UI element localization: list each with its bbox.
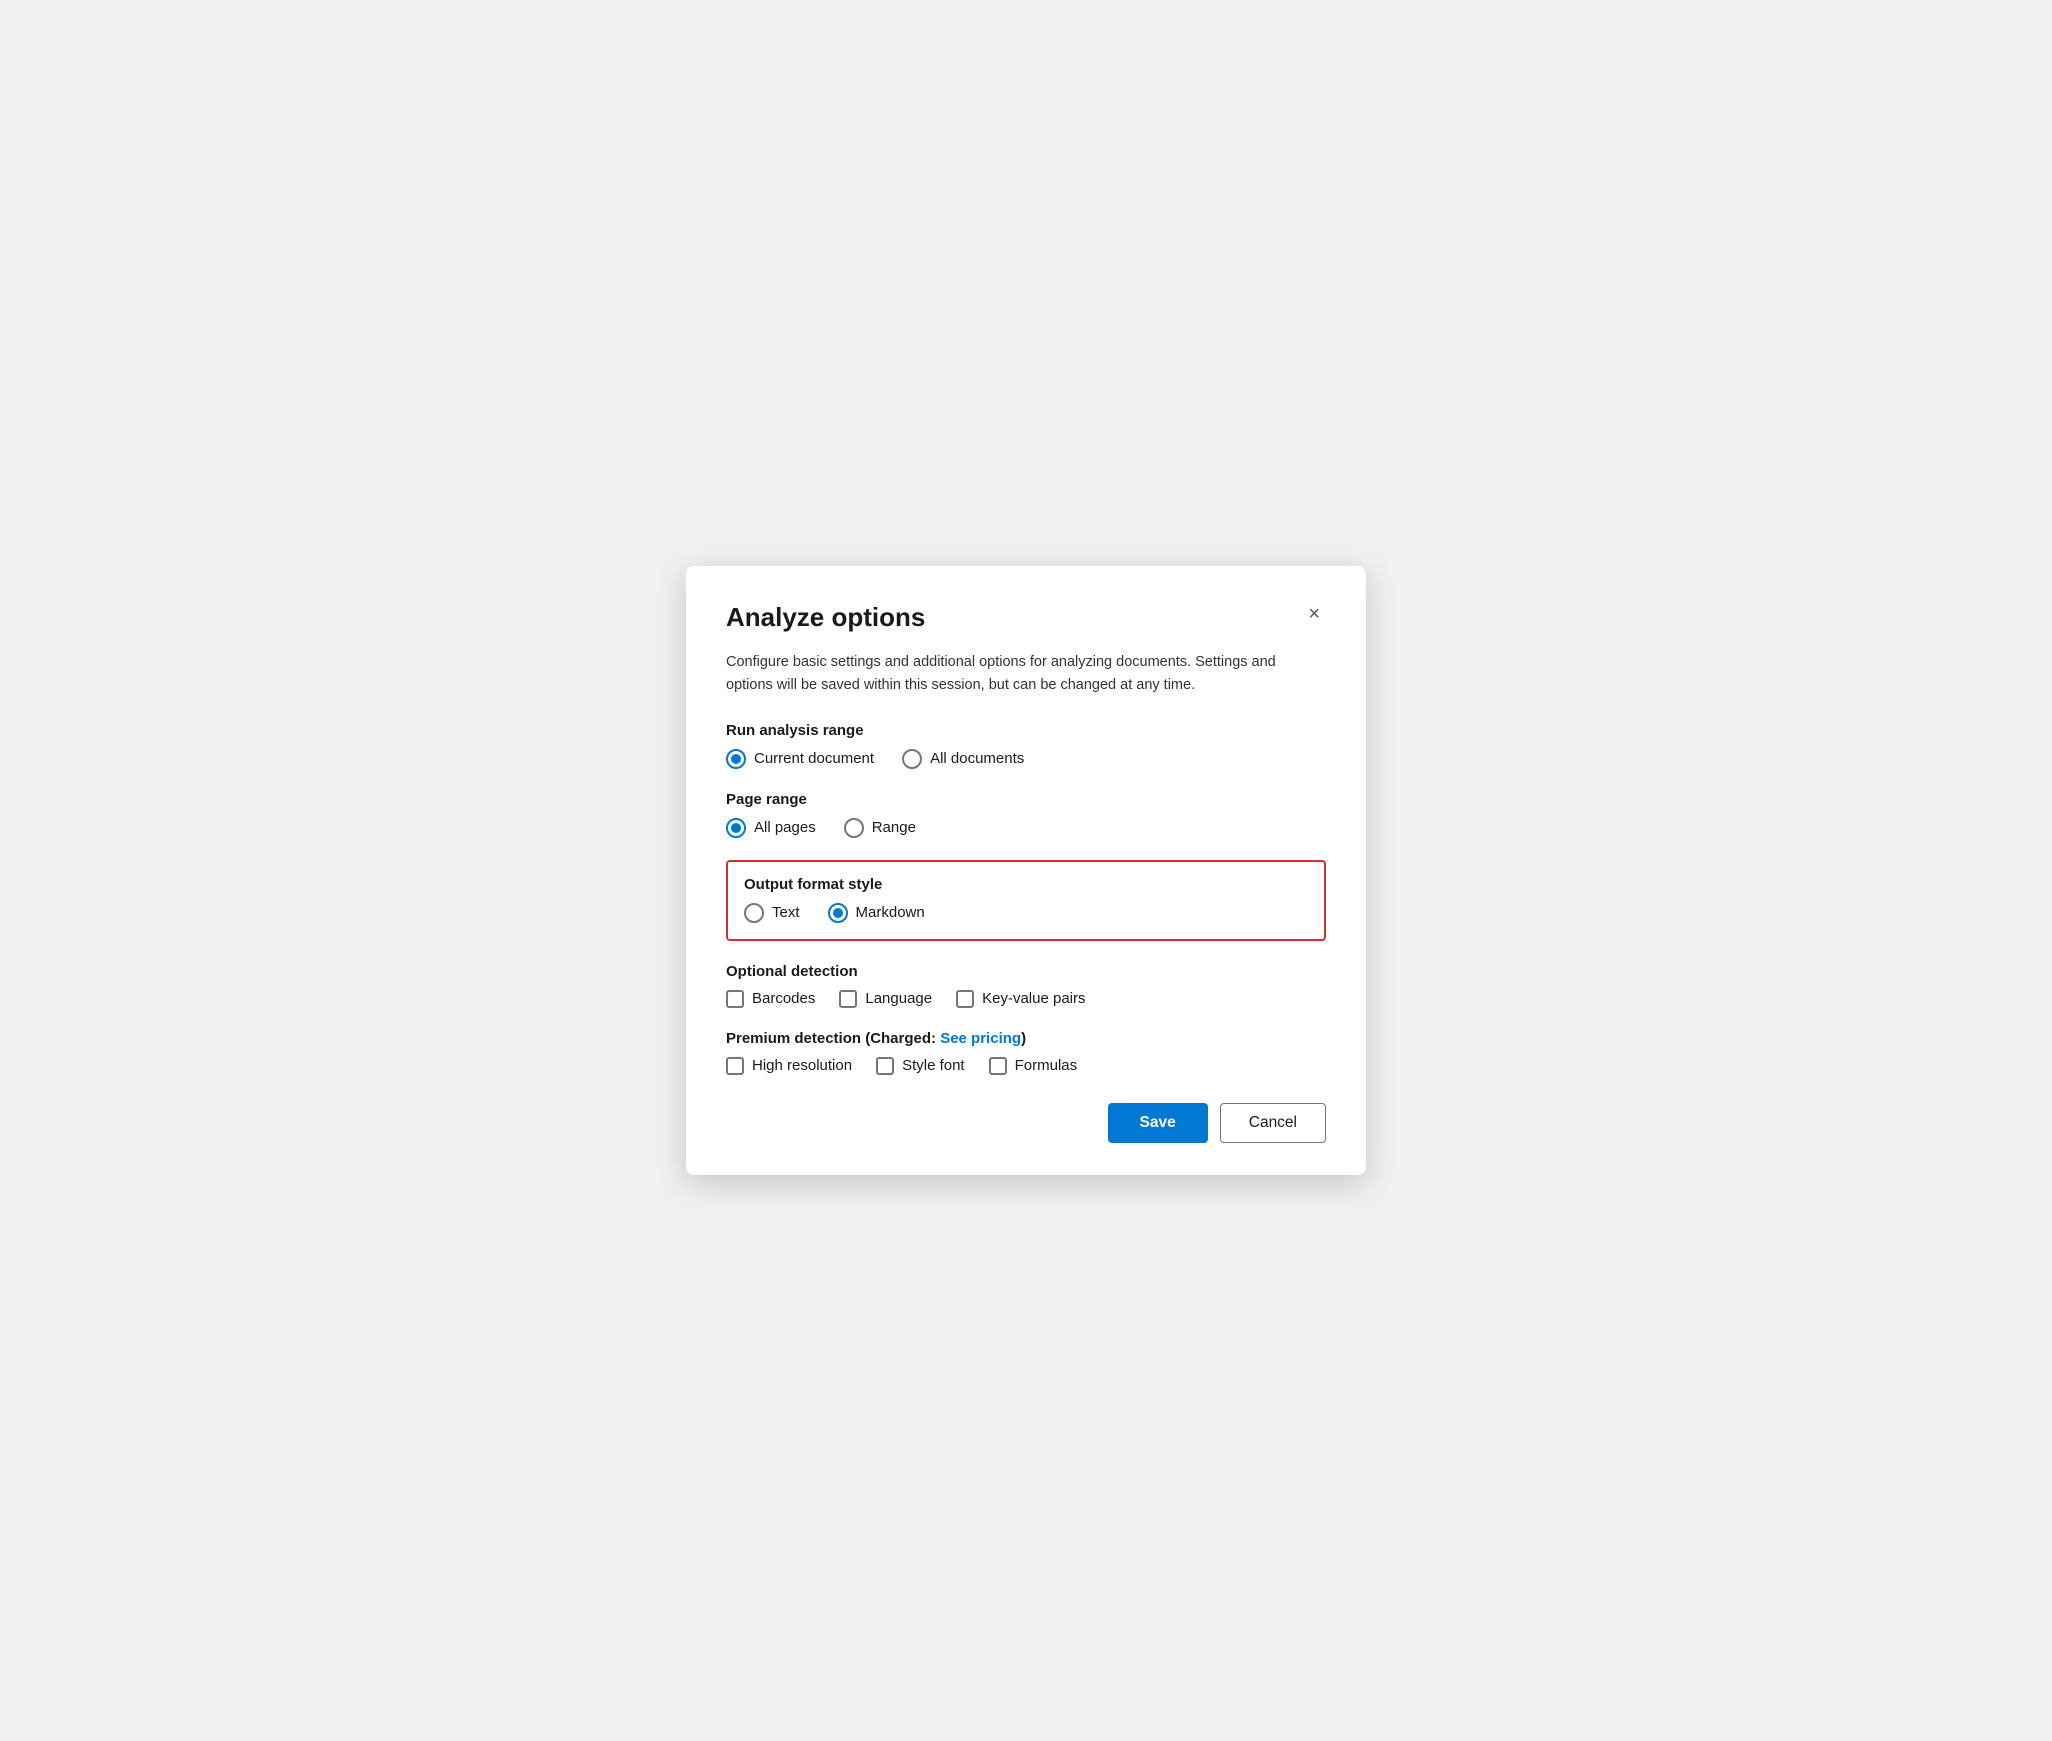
checkbox-style-font[interactable]: Style font — [876, 1057, 965, 1075]
checkbox-key-value-pairs-label: Key-value pairs — [982, 990, 1085, 1007]
checkbox-formulas-label: Formulas — [1015, 1057, 1078, 1074]
radio-range[interactable]: Range — [844, 818, 916, 838]
output-format-style-section: Output format style Text Markdown — [726, 860, 1326, 941]
page-range-section: Page range All pages Range — [726, 791, 1326, 838]
radio-all-documents-input[interactable] — [902, 749, 922, 769]
checkbox-style-font-input[interactable] — [876, 1057, 894, 1075]
radio-range-input[interactable] — [844, 818, 864, 838]
output-format-style-group: Text Markdown — [744, 903, 1308, 923]
radio-all-pages-label: All pages — [754, 819, 816, 836]
checkbox-high-resolution-label: High resolution — [752, 1057, 852, 1074]
premium-detection-section: Premium detection (Charged: See pricing)… — [726, 1030, 1326, 1075]
dialog-header: Analyze options × — [726, 602, 1326, 633]
checkbox-barcodes-input[interactable] — [726, 990, 744, 1008]
radio-all-pages-input[interactable] — [726, 818, 746, 838]
checkbox-barcodes[interactable]: Barcodes — [726, 990, 815, 1008]
optional-detection-label: Optional detection — [726, 963, 1326, 980]
dialog-footer: Save Cancel — [726, 1103, 1326, 1143]
radio-markdown[interactable]: Markdown — [828, 903, 925, 923]
output-format-style-label: Output format style — [744, 876, 1308, 893]
checkbox-barcodes-label: Barcodes — [752, 990, 815, 1007]
page-range-group: All pages Range — [726, 818, 1326, 838]
radio-markdown-label: Markdown — [856, 904, 925, 921]
radio-text[interactable]: Text — [744, 903, 800, 923]
dialog-description: Configure basic settings and additional … — [726, 651, 1326, 696]
run-analysis-range-section: Run analysis range Current document All … — [726, 722, 1326, 769]
run-analysis-range-label: Run analysis range — [726, 722, 1326, 739]
radio-all-documents[interactable]: All documents — [902, 749, 1024, 769]
checkbox-key-value-pairs-input[interactable] — [956, 990, 974, 1008]
page-range-label: Page range — [726, 791, 1326, 808]
run-analysis-range-group: Current document All documents — [726, 749, 1326, 769]
see-pricing-link[interactable]: See pricing — [940, 1030, 1021, 1047]
radio-all-documents-label: All documents — [930, 750, 1024, 767]
radio-text-input[interactable] — [744, 903, 764, 923]
checkbox-high-resolution-input[interactable] — [726, 1057, 744, 1075]
premium-label-suffix: ) — [1021, 1030, 1026, 1047]
radio-range-label: Range — [872, 819, 916, 836]
radio-current-document-label: Current document — [754, 750, 874, 767]
radio-current-document[interactable]: Current document — [726, 749, 874, 769]
checkbox-language-label: Language — [865, 990, 932, 1007]
checkbox-key-value-pairs[interactable]: Key-value pairs — [956, 990, 1085, 1008]
save-button[interactable]: Save — [1108, 1103, 1208, 1143]
analyze-options-dialog: Analyze options × Configure basic settin… — [686, 566, 1366, 1175]
premium-label-prefix: Premium detection (Charged: — [726, 1030, 940, 1047]
checkbox-formulas-input[interactable] — [989, 1057, 1007, 1075]
close-button[interactable]: × — [1302, 602, 1326, 626]
optional-detection-section: Optional detection Barcodes Language Key… — [726, 963, 1326, 1008]
cancel-button[interactable]: Cancel — [1220, 1103, 1326, 1143]
optional-detection-group: Barcodes Language Key-value pairs — [726, 990, 1326, 1008]
checkbox-formulas[interactable]: Formulas — [989, 1057, 1078, 1075]
radio-current-document-input[interactable] — [726, 749, 746, 769]
premium-detection-group: High resolution Style font Formulas — [726, 1057, 1326, 1075]
checkbox-language-input[interactable] — [839, 990, 857, 1008]
checkbox-style-font-label: Style font — [902, 1057, 965, 1074]
radio-text-label: Text — [772, 904, 800, 921]
dialog-title: Analyze options — [726, 602, 925, 633]
premium-detection-label: Premium detection (Charged: See pricing) — [726, 1030, 1326, 1047]
checkbox-high-resolution[interactable]: High resolution — [726, 1057, 852, 1075]
radio-all-pages[interactable]: All pages — [726, 818, 816, 838]
radio-markdown-input[interactable] — [828, 903, 848, 923]
checkbox-language[interactable]: Language — [839, 990, 932, 1008]
